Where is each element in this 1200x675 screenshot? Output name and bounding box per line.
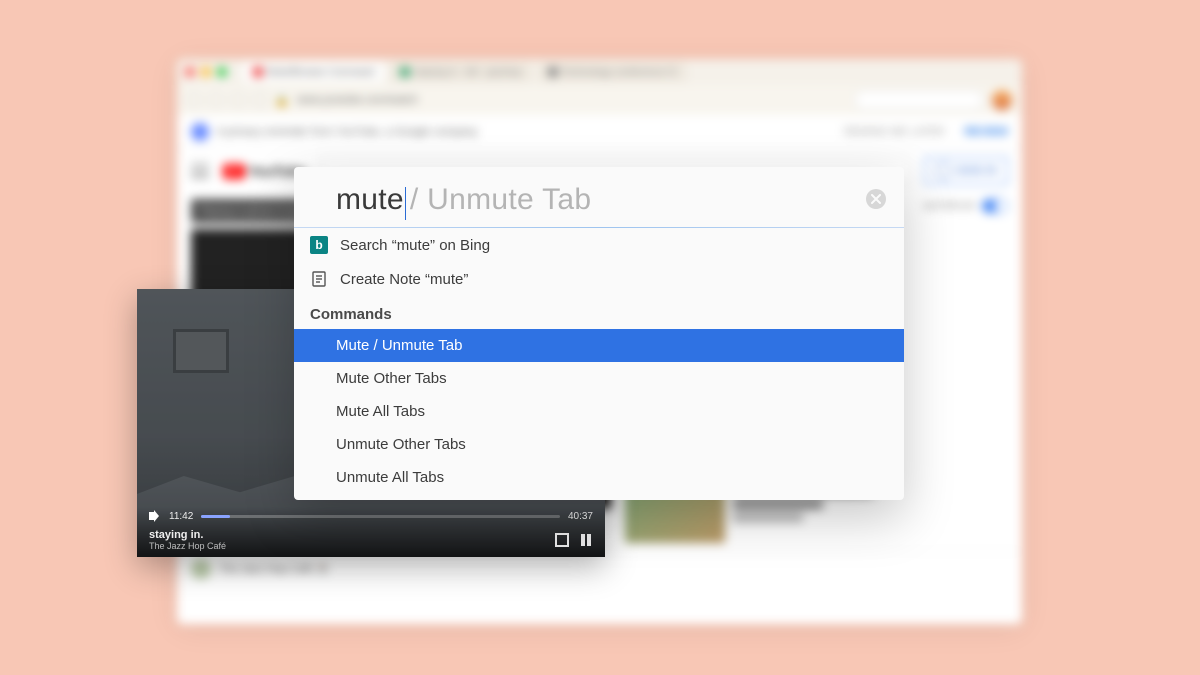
palette-input-row[interactable]: mute / Unmute Tab: [294, 167, 904, 227]
remind-later-button[interactable]: REMIND ME LATER: [844, 126, 945, 138]
palette-command[interactable]: Unmute Other Tabs: [294, 428, 904, 461]
sign-in-label: SIGN IN: [956, 165, 997, 177]
progress-bar[interactable]: [201, 515, 560, 518]
result-label: Create Note “mute”: [340, 271, 468, 288]
shield-icon: [191, 123, 209, 141]
tab-label: Technology conference Cl: [562, 67, 677, 78]
pip-title: staying in.: [149, 529, 226, 541]
tab-label: staying in · lofi · jazzhop: [414, 67, 521, 78]
pause-icon[interactable]: [579, 533, 593, 547]
pip-current-time: 11:42: [169, 511, 193, 522]
close-window-icon[interactable]: [185, 67, 195, 77]
pip-controls: 11:42 40:37 staying in. The Jazz Hop Caf…: [137, 507, 605, 557]
channel-name: The Jazz Hop Café ☕: [219, 562, 330, 575]
maximize-window-icon[interactable]: [217, 67, 227, 77]
palette-result-search[interactable]: b Search “mute” on Bing: [294, 228, 904, 262]
reload-icon[interactable]: [231, 93, 245, 107]
close-icon[interactable]: [866, 189, 886, 209]
command-palette: mute / Unmute Tab b Search “mute” on Bin…: [294, 167, 904, 500]
youtube-play-icon: [223, 164, 245, 179]
command-label: Mute Other Tabs: [336, 370, 447, 387]
banner-text: A privacy reminder from YouTube, a Googl…: [217, 126, 478, 138]
minimize-window-icon[interactable]: [201, 67, 211, 77]
review-button[interactable]: REVIEW: [965, 126, 1008, 138]
sign-in-button[interactable]: SIGN IN: [924, 157, 1008, 185]
pip-subtitle: The Jazz Hop Café: [149, 541, 226, 551]
command-label: Unmute All Tabs: [336, 469, 444, 486]
palette-section-header: Commands: [294, 296, 904, 329]
url-text[interactable]: www.youtube.com/watch: [297, 94, 418, 106]
pip-duration: 40:37: [568, 511, 593, 522]
favicon-icon: [400, 67, 410, 77]
result-label: Search “mute” on Bing: [340, 237, 490, 254]
tab-inactive[interactable]: staying in · lofi · jazzhop: [390, 62, 531, 82]
note-icon: [310, 270, 328, 288]
palette-results: b Search “mute” on Bing Create Note “mut…: [294, 228, 904, 500]
command-label: Mute / Unmute Tab: [336, 337, 462, 354]
autoplay-toggle[interactable]: [982, 199, 1008, 213]
volume-icon[interactable]: [149, 510, 161, 522]
tab-active[interactable]: Mute/Browse Command: [243, 62, 384, 82]
palette-command[interactable]: Mute All Tabs: [294, 395, 904, 428]
titlebar: Mute/Browse Command staying in · lofi · …: [177, 59, 1022, 85]
palette-command[interactable]: Mute Other Tabs: [294, 362, 904, 395]
window-controls[interactable]: [185, 67, 227, 77]
back-icon[interactable]: [187, 93, 201, 107]
expand-icon[interactable]: [555, 533, 569, 547]
home-icon[interactable]: [253, 93, 267, 107]
toolbar-search-input[interactable]: [854, 90, 984, 110]
channel-avatar: [191, 559, 211, 579]
palette-command-selected[interactable]: Mute / Unmute Tab: [294, 329, 904, 362]
bing-icon: b: [310, 236, 328, 254]
command-label: Unmute Other Tabs: [336, 436, 466, 453]
palette-typed-text: mute: [336, 183, 404, 217]
text-caret: [405, 187, 406, 220]
palette-result-note[interactable]: Create Note “mute”: [294, 262, 904, 296]
favicon-icon: [548, 67, 558, 77]
profile-avatar[interactable]: [992, 90, 1012, 110]
tab-label: Mute/Browse Command: [267, 67, 374, 78]
autoplay-label: AUTOPLAY: [924, 201, 976, 212]
favicon-icon: [253, 67, 263, 77]
palette-autocomplete-hint: / Unmute Tab: [410, 183, 591, 217]
forward-icon[interactable]: [209, 93, 223, 107]
privacy-banner: A privacy reminder from YouTube, a Googl…: [177, 115, 1022, 149]
command-label: Mute All Tabs: [336, 403, 425, 420]
address-bar: 🔒 www.youtube.com/watch: [177, 85, 1022, 115]
menu-icon[interactable]: [191, 164, 209, 178]
tab-inactive[interactable]: Technology conference Cl: [538, 62, 687, 82]
lock-icon: 🔒: [275, 94, 289, 107]
palette-command[interactable]: Unmute All Tabs: [294, 461, 904, 494]
